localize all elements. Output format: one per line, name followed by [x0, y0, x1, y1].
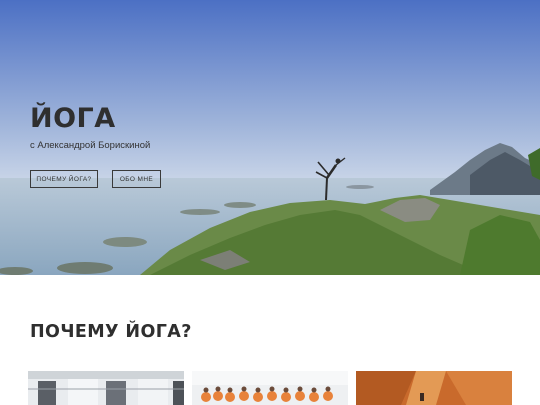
gallery-card-studio[interactable] — [28, 371, 184, 405]
group-photo — [192, 371, 348, 405]
canyon-photo — [356, 371, 512, 405]
page-title: ЙОГА — [30, 103, 116, 134]
studio-photo — [28, 371, 184, 405]
hero-background-image — [0, 0, 540, 275]
about-me-button[interactable]: ОБО МНЕ — [112, 170, 161, 188]
hero-banner: ЙОГА с Александрой Борискиной ПОЧЕМУ ЙОГ… — [0, 0, 540, 275]
why-yoga-heading: ПОЧЕМУ ЙОГА? — [30, 322, 192, 342]
why-yoga-button[interactable]: ПОЧЕМУ ЙОГА? — [30, 170, 98, 188]
gallery-card-group[interactable] — [192, 371, 348, 405]
hero-subtitle: с Александрой Борискиной — [30, 140, 151, 151]
gallery-card-canyon[interactable] — [356, 371, 512, 405]
